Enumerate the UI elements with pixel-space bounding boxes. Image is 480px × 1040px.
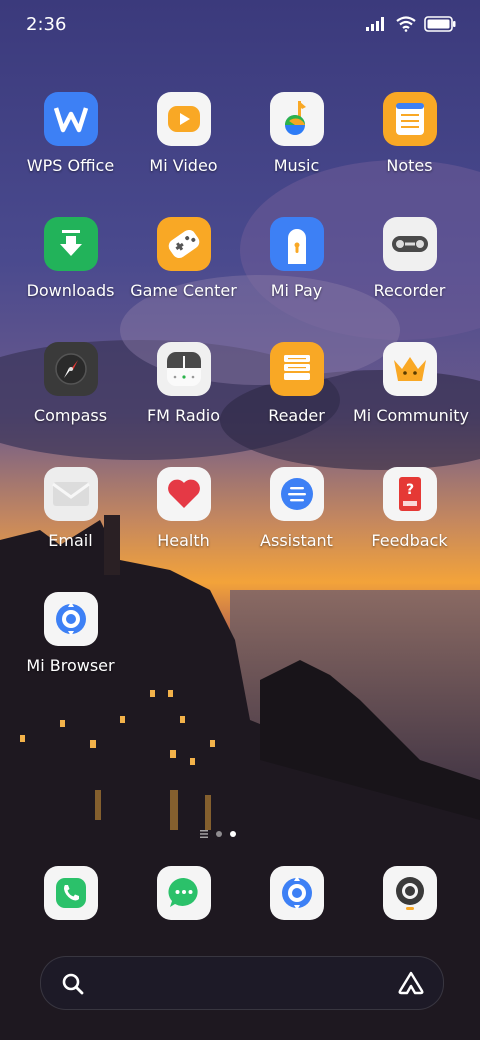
mi-browser-icon	[43, 592, 98, 646]
app-downloads[interactable]: Downloads	[14, 217, 127, 300]
dock-camera[interactable]	[353, 866, 466, 920]
app-label: Compass	[33, 406, 108, 425]
app-mi-pay[interactable]: Mi Pay	[240, 217, 353, 300]
status-time: 2:36	[26, 14, 67, 35]
status-bar: 2:36	[0, 0, 480, 50]
messages-icon	[156, 866, 211, 920]
app-label: Mi Video	[149, 156, 218, 175]
recorder-icon	[382, 217, 437, 271]
app-label: Email	[48, 531, 93, 550]
app-music[interactable]: Music	[240, 92, 353, 175]
mi-video-icon	[156, 92, 211, 146]
app-fm-radio[interactable]: FM Radio	[127, 342, 240, 425]
wifi-icon	[396, 16, 416, 32]
app-reader[interactable]: Reader	[240, 342, 353, 425]
mi-community-icon	[382, 342, 437, 396]
dock-browser[interactable]	[240, 866, 353, 920]
app-label: Downloads	[26, 281, 115, 300]
app-label: Mi Pay	[270, 281, 323, 300]
app-assistant[interactable]: Assistant	[240, 467, 353, 550]
signal-icon	[366, 17, 384, 31]
page-indicator[interactable]	[200, 830, 236, 838]
app-game-center[interactable]: Game Center	[127, 217, 240, 300]
list-view-icon	[200, 830, 208, 838]
dock-phone[interactable]	[14, 866, 127, 920]
app-health[interactable]: Health	[127, 467, 240, 550]
app-label: Recorder	[373, 281, 446, 300]
phone-icon	[43, 866, 98, 920]
app-recorder[interactable]: Recorder	[353, 217, 466, 300]
app-mi-community[interactable]: Mi Community	[353, 342, 469, 425]
mi-pay-icon	[269, 217, 324, 271]
email-icon	[43, 467, 98, 521]
compass-icon	[43, 342, 98, 396]
music-icon	[269, 92, 324, 146]
app-mi-browser[interactable]: Mi Browser	[14, 592, 127, 675]
battery-icon	[424, 16, 456, 32]
app-wps-office[interactable]: WPS Office	[14, 92, 127, 175]
app-compass[interactable]: Compass	[14, 342, 127, 425]
reader-icon	[269, 342, 324, 396]
app-mi-video[interactable]: Mi Video	[127, 92, 240, 175]
camera-icon	[382, 866, 437, 920]
svg-text:?: ?	[405, 482, 413, 498]
assistant-icon	[269, 467, 324, 521]
feedback-icon: ?	[382, 467, 437, 521]
wps-office-icon	[43, 92, 98, 146]
app-label: FM Radio	[146, 406, 221, 425]
page-dot-active[interactable]	[230, 831, 236, 837]
health-icon	[156, 467, 211, 521]
downloads-icon	[43, 217, 98, 271]
mi-browser-icon	[269, 866, 324, 920]
assistant-logo-icon[interactable]	[397, 970, 425, 996]
app-label: WPS Office	[26, 156, 115, 175]
search-icon[interactable]	[61, 972, 85, 996]
game-center-icon	[156, 217, 211, 271]
app-label: Assistant	[260, 531, 333, 550]
notes-icon	[382, 92, 437, 146]
app-label: Feedback	[371, 531, 448, 550]
page-dot[interactable]	[216, 831, 222, 837]
app-label: Game Center	[130, 281, 237, 300]
app-label: Music	[273, 156, 320, 175]
app-label: Mi Community	[353, 406, 469, 425]
dock-messages[interactable]	[127, 866, 240, 920]
app-notes[interactable]: Notes	[353, 92, 466, 175]
app-label: Health	[157, 531, 210, 550]
app-label: Reader	[268, 406, 325, 425]
fm-radio-icon	[156, 342, 211, 396]
app-feedback[interactable]: ? Feedback	[353, 467, 466, 550]
app-email[interactable]: Email	[14, 467, 127, 550]
app-label: Notes	[386, 156, 433, 175]
search-bar[interactable]	[40, 956, 444, 1010]
app-label: Mi Browser	[26, 656, 115, 675]
